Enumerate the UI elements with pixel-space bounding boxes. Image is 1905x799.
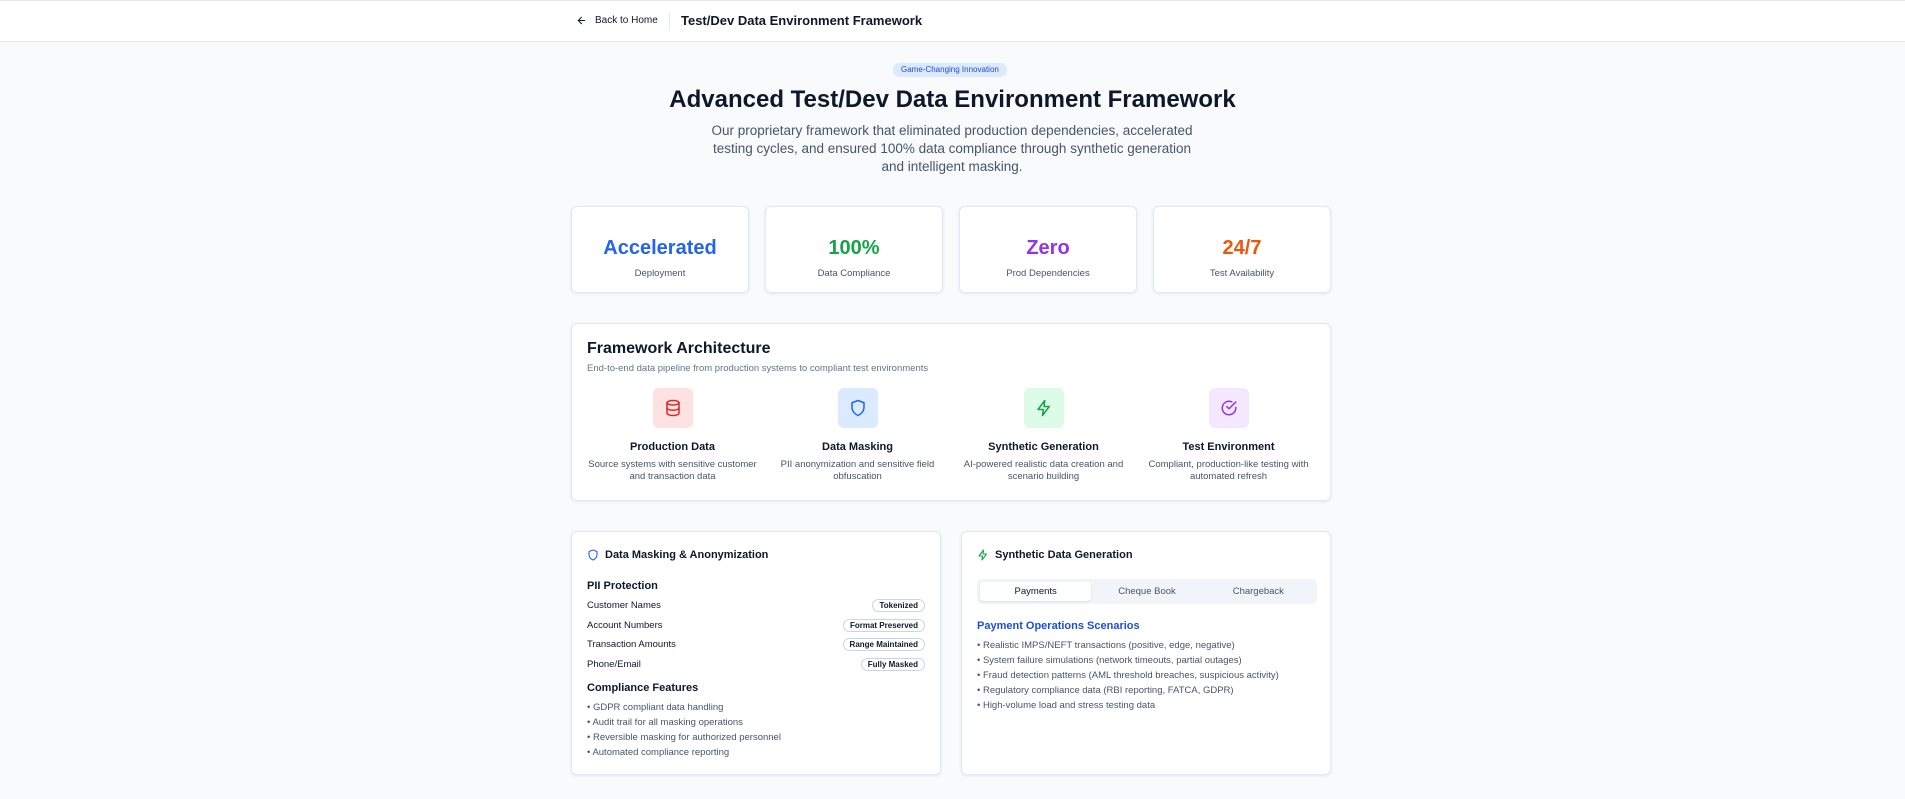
pii-field: Transaction Amounts	[587, 638, 676, 650]
card-header: Data Masking & Anonymization	[587, 549, 768, 561]
shield-icon	[588, 549, 598, 561]
stat-value: 100%	[828, 237, 880, 259]
synthetic-data-card: Synthetic Data Generation Payments Chequ…	[961, 531, 1331, 775]
stat-value: Accelerated	[603, 237, 717, 259]
masking-method-badge: Tokenized	[872, 598, 925, 612]
stat-card-dependencies: Zero Prod Dependencies	[959, 206, 1137, 293]
back-label: Back to Home	[595, 15, 658, 26]
compliance-item: • Reversible masking for authorized pers…	[587, 732, 781, 743]
pii-row: Phone/Email Fully Masked	[587, 657, 925, 671]
scenario-item: • Realistic IMPS/NEFT transactions (posi…	[977, 640, 1235, 651]
pii-row: Account Numbers Format Preserved	[587, 618, 925, 632]
step-description: Source systems with sensitive customer a…	[588, 459, 757, 482]
stat-card-deployment: Accelerated Deployment	[571, 206, 749, 293]
hero-subtitle: Our proprietary framework that eliminate…	[711, 123, 1193, 174]
page-title: Test/Dev Data Environment Framework	[681, 13, 923, 28]
top-bar: Back to Home Test/Dev Data Environment F…	[0, 0, 1905, 42]
data-masking-card: Data Masking & Anonymization PII Protect…	[571, 531, 941, 775]
scenario-item: • High-volume load and stress testing da…	[977, 700, 1156, 711]
scenario-tabs: Payments Cheque Book Chargeback	[977, 579, 1317, 604]
lightning-icon	[978, 549, 988, 561]
stat-value: Zero	[1026, 237, 1070, 259]
innovation-badge: Game-Changing Innovation	[893, 63, 1007, 77]
step-title: Production Data	[630, 441, 715, 453]
scenario-item: • System failure simulations (network ti…	[977, 655, 1242, 666]
pii-row: Customer Names Tokenized	[587, 598, 925, 612]
step-icon-box	[837, 388, 878, 428]
back-to-home-link[interactable]: Back to Home	[576, 15, 658, 26]
pii-field: Customer Names	[587, 599, 661, 611]
stat-value: 24/7	[1222, 237, 1262, 259]
header-divider	[669, 13, 670, 31]
step-title: Data Masking	[822, 441, 893, 453]
pii-protection-title: PII Protection	[587, 580, 658, 592]
compliance-item: • GDPR compliant data handling	[587, 702, 724, 713]
card-title: Synthetic Data Generation	[995, 549, 1133, 561]
stat-card-availability: 24/7 Test Availability	[1153, 206, 1331, 293]
check-circle-icon	[1221, 400, 1236, 416]
masking-method-badge: Format Preserved	[842, 618, 925, 632]
stat-label: Data Compliance	[817, 268, 891, 279]
stat-label: Test Availability	[1209, 268, 1275, 279]
architecture-title: Framework Architecture	[587, 340, 771, 357]
tab-chargeback[interactable]: Chargeback	[1203, 582, 1314, 601]
shield-icon	[850, 399, 865, 417]
step-test-environment: Test Environment Compliant, production-l…	[1141, 388, 1316, 483]
compliance-item: • Audit trail for all masking operations	[587, 717, 743, 728]
stat-label: Prod Dependencies	[1006, 268, 1090, 279]
step-title: Synthetic Generation	[988, 441, 1099, 453]
arrow-left-icon	[577, 16, 586, 25]
scenario-title: Payment Operations Scenarios	[977, 620, 1140, 632]
step-icon-box	[1023, 388, 1064, 428]
compliance-features-title: Compliance Features	[587, 682, 699, 694]
step-icon-box	[652, 388, 693, 428]
pii-row: Transaction Amounts Range Maintained	[587, 637, 925, 651]
architecture-subtitle: End-to-end data pipeline from production…	[587, 363, 929, 374]
lightning-icon	[1036, 399, 1050, 417]
masking-method-badge: Fully Masked	[860, 657, 925, 671]
step-description: AI-powered realistic data creation and s…	[963, 459, 1124, 482]
tab-cheque-book[interactable]: Cheque Book	[1091, 582, 1202, 601]
step-data-masking: Data Masking PII anonymization and sensi…	[770, 388, 945, 483]
masking-method-badge: Range Maintained	[842, 637, 925, 651]
step-description: PII anonymization and sensitive field ob…	[780, 459, 935, 482]
compliance-item: • Automated compliance reporting	[587, 747, 730, 758]
pii-field: Phone/Email	[587, 658, 641, 670]
step-description: Compliant, production-like testing with …	[1148, 459, 1309, 482]
scenario-item: • Regulatory compliance data (RBI report…	[977, 685, 1234, 696]
stat-card-compliance: 100% Data Compliance	[765, 206, 943, 293]
scenario-item: • Fraud detection patterns (AML threshol…	[977, 670, 1279, 681]
card-title: Data Masking & Anonymization	[605, 549, 769, 561]
stat-label: Deployment	[634, 268, 686, 279]
database-icon	[665, 399, 680, 417]
step-production-data: Production Data Source systems with sens…	[585, 388, 760, 483]
hero-title: Advanced Test/Dev Data Environment Frame…	[669, 86, 1236, 113]
card-header: Synthetic Data Generation	[977, 549, 1133, 561]
step-title: Test Environment	[1182, 441, 1275, 453]
tab-payments[interactable]: Payments	[980, 582, 1092, 601]
step-synthetic-generation: Synthetic Generation AI-powered realisti…	[956, 388, 1131, 483]
pii-field: Account Numbers	[587, 619, 663, 631]
step-icon-box	[1208, 388, 1249, 428]
